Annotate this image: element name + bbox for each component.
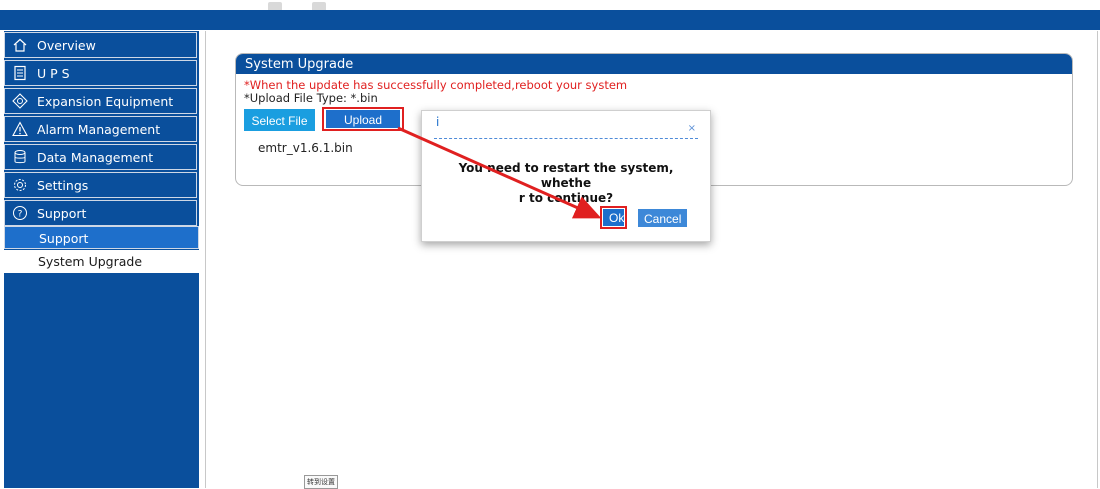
footer-button[interactable]: 转到设置 xyxy=(304,475,338,489)
upload-button[interactable]: Upload xyxy=(326,110,400,128)
warning-text: *When the update has successfully comple… xyxy=(244,78,628,92)
ups-icon xyxy=(11,64,29,82)
dialog-message-line2: r to continue? xyxy=(518,191,614,205)
sidebar-subitem-system-upgrade[interactable]: System Upgrade xyxy=(4,250,199,273)
sidebar-subitem-support[interactable]: Support xyxy=(4,226,199,249)
sidebar-item-label: Overview xyxy=(37,37,96,53)
sidebar: Overview U P S Expansion Equipment Alarm… xyxy=(4,31,199,488)
close-icon[interactable]: × xyxy=(688,123,696,134)
header-band xyxy=(0,10,1100,30)
dialog-message-line1: You need to restart the system, whethe xyxy=(458,161,674,190)
sidebar-item-label: Expansion Equipment xyxy=(37,93,174,109)
dialog-title: i xyxy=(436,115,440,129)
svg-text:?: ? xyxy=(18,210,23,220)
sidebar-item-settings[interactable]: Settings xyxy=(4,172,197,198)
confirm-dialog: i × You need to restart the system, whet… xyxy=(421,110,711,242)
sidebar-item-overview[interactable]: Overview xyxy=(4,32,197,58)
sidebar-item-label: U P S xyxy=(37,65,70,81)
alarm-icon xyxy=(11,120,29,138)
sidebar-item-label: Alarm Management xyxy=(37,121,161,137)
sidebar-item-ups[interactable]: U P S xyxy=(4,60,197,86)
panel-title: System Upgrade xyxy=(236,54,1072,74)
sidebar-item-label: Settings xyxy=(37,177,89,193)
main-content: System Upgrade *When the update has succ… xyxy=(205,31,1098,489)
file-type-text: *Upload File Type: *.bin xyxy=(244,91,378,105)
upload-highlight: Upload xyxy=(322,107,404,131)
top-header xyxy=(0,0,1100,30)
sidebar-item-expansion-equipment[interactable]: Expansion Equipment xyxy=(4,88,197,114)
header-tab-marker xyxy=(312,2,326,10)
ok-highlight: Ok xyxy=(600,206,627,229)
database-icon xyxy=(11,148,29,166)
sidebar-item-support[interactable]: ? Support xyxy=(4,200,197,226)
sidebar-item-label: Data Management xyxy=(37,149,154,165)
selected-file-name: emtr_v1.6.1.bin xyxy=(258,141,353,155)
header-tab-marker xyxy=(268,2,282,10)
cancel-button[interactable]: Cancel xyxy=(638,209,687,227)
dialog-message: You need to restart the system, whethe r… xyxy=(442,161,690,206)
help-icon: ? xyxy=(11,204,29,222)
sidebar-item-label: Support xyxy=(37,205,87,221)
select-file-button[interactable]: Select File xyxy=(244,109,315,131)
expansion-icon xyxy=(11,92,29,110)
gear-icon xyxy=(11,176,29,194)
home-icon xyxy=(11,36,29,54)
ok-button[interactable]: Ok xyxy=(603,209,624,226)
sidebar-item-data-management[interactable]: Data Management xyxy=(4,144,197,170)
sidebar-item-alarm-management[interactable]: Alarm Management xyxy=(4,116,197,142)
dialog-divider xyxy=(434,138,698,139)
